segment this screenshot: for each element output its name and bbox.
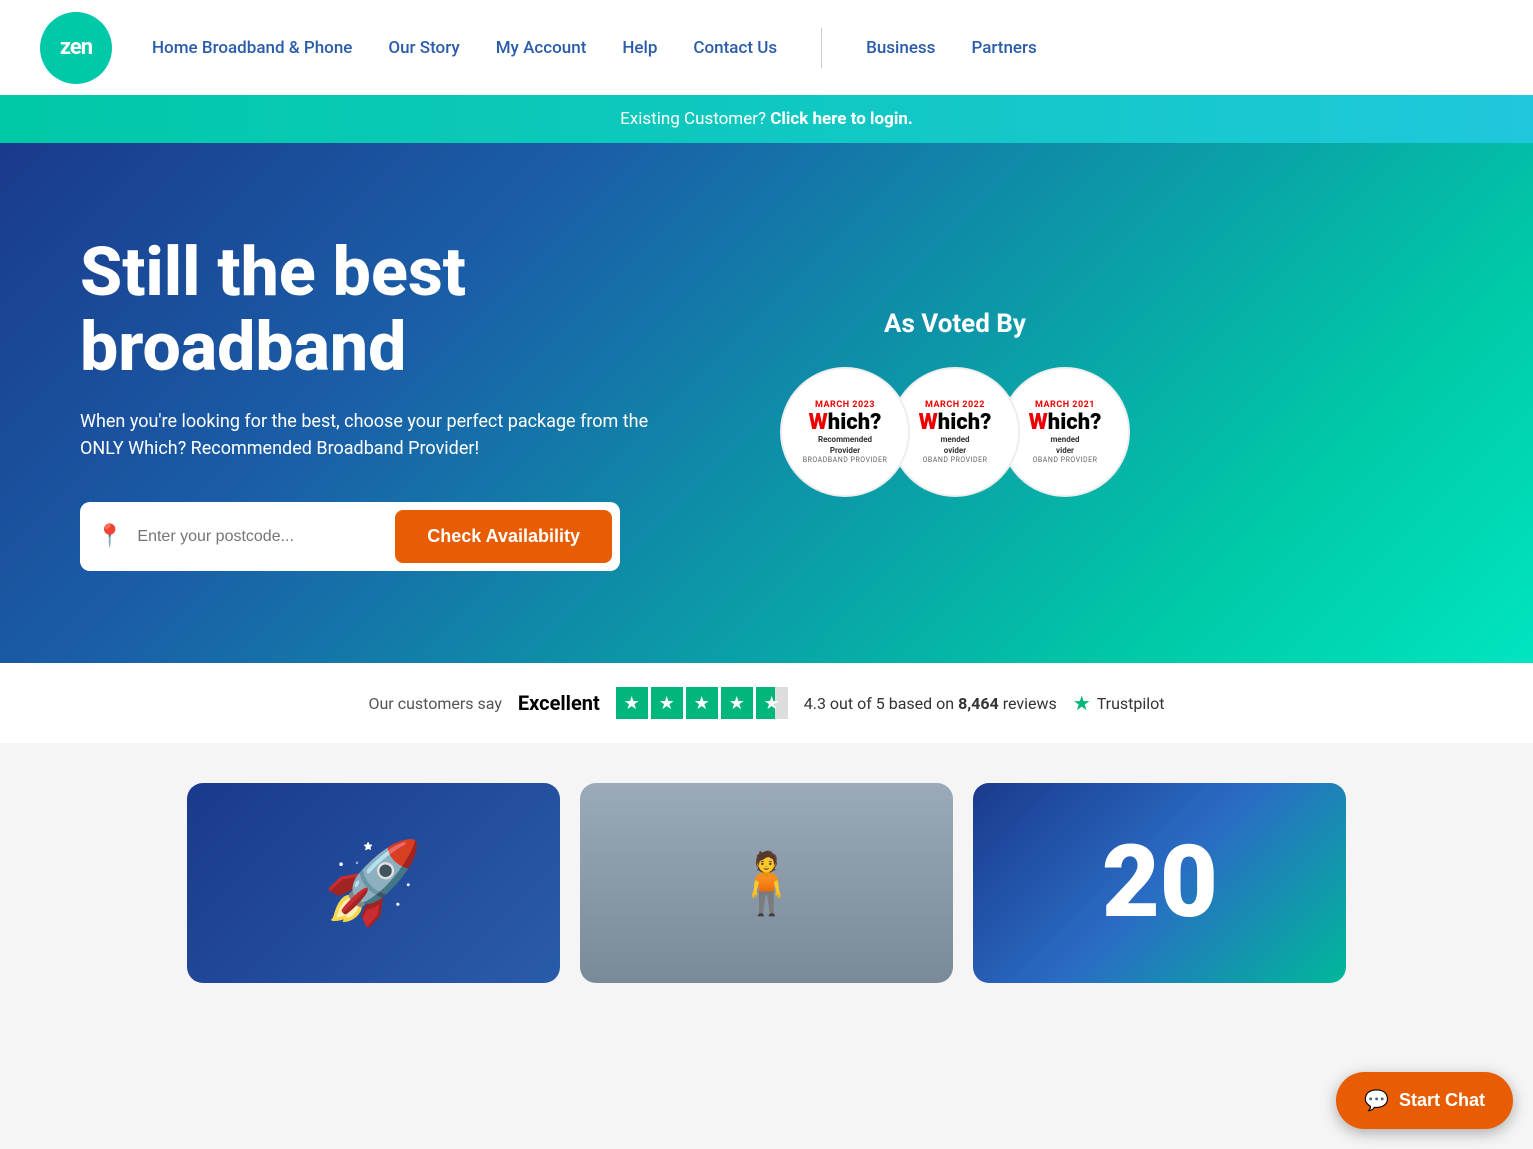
cards-section: 🚀 🧍 20 (167, 743, 1367, 1023)
trustpilot-star-icon: ★ (1073, 691, 1091, 715)
nav-contact-us[interactable]: Contact Us (693, 38, 777, 58)
hero-subtitle: When you're looking for the best, choose… (80, 408, 660, 462)
nav-secondary: Business Partners (866, 38, 1037, 58)
card-number-text: 20 (1102, 833, 1218, 933)
location-icon: 📍 (96, 524, 123, 549)
chat-icon: 💬 (1364, 1088, 1389, 1113)
trustpilot-logo: ★ Trustpilot (1073, 691, 1165, 715)
star-2: ★ (651, 687, 683, 719)
trustpilot-stars: ★ ★ ★ ★ ★ (616, 687, 788, 719)
announcement-bar: Existing Customer? Click here to login. (0, 95, 1533, 143)
nav-divider (821, 28, 822, 68)
nav-partners[interactable]: Partners (971, 38, 1036, 58)
person-image: 🧍 (580, 783, 953, 983)
logo[interactable]: zen (40, 12, 112, 84)
star-1: ★ (616, 687, 648, 719)
nav-home-broadband[interactable]: Home Broadband & Phone (152, 38, 352, 58)
announcement-link[interactable]: Click here to login. (770, 109, 913, 129)
logo-text: zen (60, 35, 92, 60)
badge-2023: MARCH 2023 Which? RecommendedProvider BR… (780, 367, 910, 497)
hero-title: Still the best broadband (80, 235, 780, 385)
trustpilot-score: 4.3 out of 5 based on 8,464 reviews (804, 694, 1057, 713)
star-3: ★ (686, 687, 718, 719)
card-number[interactable]: 20 (973, 783, 1346, 983)
start-chat-label: Start Chat (1399, 1090, 1485, 1111)
trustpilot-brand: Trustpilot (1097, 694, 1165, 713)
trustpilot-rating-word: Excellent (518, 691, 600, 715)
star-5-half: ★ (756, 687, 788, 719)
nav-our-story[interactable]: Our Story (388, 38, 459, 58)
rocket-icon: 🚀 (323, 836, 423, 930)
hero-right: As Voted By MARCH 2023 Which? Recommende… (780, 309, 1130, 497)
announcement-text: Existing Customer? (620, 109, 766, 129)
hero-section: Still the best broadband When you're loo… (0, 143, 1533, 663)
card-person[interactable]: 🧍 (580, 783, 953, 983)
check-availability-button[interactable]: Check Availability (395, 510, 612, 563)
nav-help[interactable]: Help (622, 38, 657, 58)
nav-my-account[interactable]: My Account (496, 38, 587, 58)
start-chat-button[interactable]: 💬 Start Chat (1336, 1072, 1513, 1129)
nav-business[interactable]: Business (866, 38, 935, 58)
postcode-input[interactable] (133, 520, 385, 554)
trustpilot-label: Our customers say (368, 694, 501, 713)
hero-left: Still the best broadband When you're loo… (80, 235, 780, 572)
as-voted-title: As Voted By (884, 309, 1026, 339)
header: zen Home Broadband & Phone Our Story My … (0, 0, 1533, 95)
search-bar: 📍 Check Availability (80, 502, 620, 571)
nav-main: Home Broadband & Phone Our Story My Acco… (152, 28, 1493, 68)
trustpilot-bar: Our customers say Excellent ★ ★ ★ ★ ★ 4.… (0, 663, 1533, 743)
card-rocket[interactable]: 🚀 (187, 783, 560, 983)
star-4: ★ (721, 687, 753, 719)
badges-container: MARCH 2023 Which? RecommendedProvider BR… (780, 367, 1130, 497)
